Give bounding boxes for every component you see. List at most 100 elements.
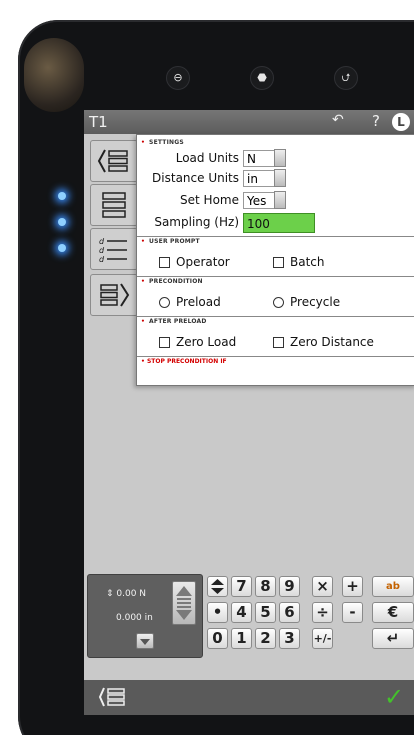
menu-back-icon xyxy=(98,687,125,707)
key-1[interactable]: 1 xyxy=(231,628,252,649)
distance-units-spinner[interactable] xyxy=(274,169,286,187)
key-up-down[interactable] xyxy=(207,576,228,597)
stop-precondition-header-text: STOP PRECONDITION IF xyxy=(146,358,227,365)
jog-up-down-button[interactable] xyxy=(172,581,196,625)
set-home-label: Set Home xyxy=(180,193,239,207)
key-plus[interactable]: + xyxy=(342,576,363,597)
load-readout-value: 0.00 N xyxy=(116,589,147,599)
precondition-section-header: • PRECONDITION xyxy=(141,278,203,285)
precycle-label: Precycle xyxy=(290,295,341,309)
set-home-spinner[interactable] xyxy=(274,191,286,209)
key-6[interactable]: 6 xyxy=(279,602,300,623)
after-preload-header-text: AFTER PRELOAD xyxy=(149,318,207,325)
menu-forward-icon xyxy=(100,283,130,307)
zero-distance-checkbox[interactable] xyxy=(273,336,284,348)
bottom-bar: ✓ xyxy=(84,680,414,715)
status-led-1 xyxy=(58,192,66,200)
key-plus-minus[interactable]: +/- xyxy=(312,628,333,649)
bumper-corner xyxy=(24,38,84,112)
key-backspace[interactable]: € xyxy=(372,602,414,623)
load-units-label: Load Units xyxy=(175,151,239,165)
status-led-2 xyxy=(58,218,66,226)
precycle-option[interactable]: Precycle xyxy=(273,295,340,309)
preload-radio[interactable] xyxy=(159,296,170,308)
window-title: T1 xyxy=(89,113,108,131)
sampling-field[interactable]: 100 xyxy=(243,213,315,233)
screen: T1 ↶ ? L d d d • SETTINGS Load Units N D… xyxy=(84,110,414,715)
divider xyxy=(137,316,414,317)
bottom-menu-button[interactable] xyxy=(98,685,128,709)
readout-panel: ⇕ 0.00 N 0.000 in xyxy=(87,574,203,658)
confirm-check-icon[interactable]: ✓ xyxy=(384,683,404,711)
load-units-field[interactable]: N xyxy=(243,150,275,167)
photo-frame: ⊖ ⬣ ⮍ T1 ↶ ? L d d d • SETTINGS Load Uni… xyxy=(0,0,414,735)
key-7[interactable]: 7 xyxy=(231,576,252,597)
key-3[interactable]: 3 xyxy=(279,628,300,649)
load-readout: ⇕ 0.00 N xyxy=(106,589,147,599)
operator-option[interactable]: Operator xyxy=(159,255,230,269)
zero-load-label: Zero Load xyxy=(176,335,237,349)
title-bar: T1 ↶ ? L xyxy=(84,110,414,134)
up-down-icon xyxy=(211,579,224,594)
preload-option[interactable]: Preload xyxy=(159,295,221,309)
help-button[interactable]: ? xyxy=(372,112,380,130)
user-prompt-section-header: • USER PROMPT xyxy=(141,238,200,245)
batch-option[interactable]: Batch xyxy=(273,255,325,269)
sidebar-back-menu-button[interactable] xyxy=(90,140,138,182)
key-divide[interactable]: ÷ xyxy=(312,602,333,623)
preload-label: Preload xyxy=(176,295,221,309)
stop-precondition-header: • STOP PRECONDITION IF xyxy=(141,358,227,365)
hw-button-1[interactable]: ⊖ xyxy=(166,66,190,90)
key-5[interactable]: 5 xyxy=(255,602,276,623)
back-arrow-icon[interactable]: ↶ xyxy=(332,112,344,128)
list-icon xyxy=(102,192,126,218)
settings-header-text: SETTINGS xyxy=(149,139,184,146)
svg-text:d: d xyxy=(99,237,105,246)
key-2[interactable]: 2 xyxy=(255,628,276,649)
user-prompt-header-text: USER PROMPT xyxy=(149,238,200,245)
readout-menu-button[interactable] xyxy=(136,633,154,649)
distance-readout: 0.000 in xyxy=(116,613,153,623)
key-enter[interactable]: ↵ xyxy=(372,628,414,649)
zero-load-checkbox[interactable] xyxy=(159,336,170,348)
svg-text:d: d xyxy=(99,246,105,255)
chevron-down-icon xyxy=(140,639,150,645)
sidebar-data-button[interactable]: d d d xyxy=(90,228,138,270)
hw-button-3[interactable]: ⮍ xyxy=(334,66,358,90)
key-multiply[interactable]: × xyxy=(312,576,333,597)
key-9[interactable]: 9 xyxy=(279,576,300,597)
sidebar: d d d xyxy=(84,134,138,574)
batch-label: Batch xyxy=(290,255,325,269)
precondition-header-text: PRECONDITION xyxy=(149,278,203,285)
batch-checkbox[interactable] xyxy=(273,256,284,268)
svg-text:d: d xyxy=(99,255,105,264)
sidebar-list-button[interactable] xyxy=(90,184,138,226)
jog-arrows-icon xyxy=(176,586,192,620)
operator-checkbox[interactable] xyxy=(159,256,170,268)
hw-button-2[interactable]: ⬣ xyxy=(250,66,274,90)
user-button[interactable]: L xyxy=(392,113,410,131)
precycle-radio[interactable] xyxy=(273,296,284,308)
distance-units-field[interactable]: in xyxy=(243,170,275,187)
key-8[interactable]: 8 xyxy=(255,576,276,597)
key-4[interactable]: 4 xyxy=(231,602,252,623)
zero-distance-label: Zero Distance xyxy=(290,335,374,349)
key-decimal[interactable]: • xyxy=(207,602,228,623)
keypad-area: ⇕ 0.00 N 0.000 in 7 8 9 × + ab • 4 5 6 ÷… xyxy=(84,570,414,675)
menu-back-icon xyxy=(97,149,128,173)
sampling-label: Sampling (Hz) xyxy=(154,215,239,229)
key-0[interactable]: 0 xyxy=(207,628,228,649)
distance-units-label: Distance Units xyxy=(152,171,239,185)
after-preload-section-header: • AFTER PRELOAD xyxy=(141,318,207,325)
data-list-icon: d d d xyxy=(99,237,127,264)
divider xyxy=(137,236,414,237)
zero-distance-option[interactable]: Zero Distance xyxy=(273,335,374,349)
set-home-field[interactable]: Yes xyxy=(243,192,275,209)
settings-section-header: • SETTINGS xyxy=(141,139,184,146)
divider xyxy=(137,276,414,277)
load-units-spinner[interactable] xyxy=(274,149,286,167)
key-minus[interactable]: - xyxy=(342,602,363,623)
key-alpha[interactable]: ab xyxy=(372,576,414,597)
zero-load-option[interactable]: Zero Load xyxy=(159,335,236,349)
sidebar-forward-menu-button[interactable] xyxy=(90,274,138,316)
